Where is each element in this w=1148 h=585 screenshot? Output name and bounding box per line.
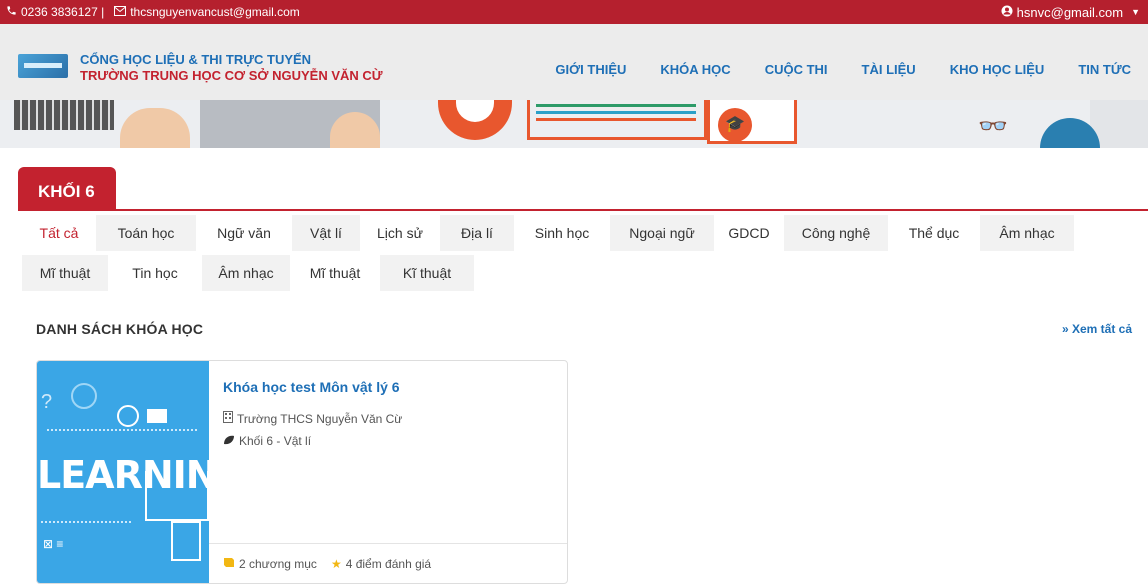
subject-tab-cong-nghe[interactable]: Công nghệ	[784, 215, 888, 251]
nav-gioi-thieu[interactable]: GIỚI THIỆU	[541, 62, 640, 77]
monitor-icon	[145, 471, 209, 521]
course-card[interactable]: ? LEARNIN ⊠ ≡ Khóa học test Môn vật lý 6…	[36, 360, 568, 584]
course-thumbnail[interactable]: ? LEARNIN ⊠ ≡	[37, 361, 209, 583]
contact-email[interactable]: thcsnguyenvancust@gmail.com	[130, 5, 300, 19]
star-icon: ★	[330, 557, 342, 571]
subject-tab-ngoai-ngu[interactable]: Ngoại ngữ	[610, 215, 714, 251]
nav-tai-lieu[interactable]: TÀI LIỆU	[848, 62, 930, 77]
user-menu[interactable]: hsnvc@gmail.com ▼	[1001, 0, 1140, 24]
main-nav: GIỚI THIỆU KHÓA HỌC CUỘC THI TÀI LIỆU KH…	[538, 62, 1148, 77]
book-icon	[171, 521, 201, 561]
course-stats: 2 chương mục ★ 4 điểm đánh giá	[223, 557, 431, 571]
thumb-line	[41, 521, 131, 523]
subject-tab-the-duc[interactable]: Thể dục	[888, 215, 980, 251]
grid-icon: ⊠ ≡	[43, 537, 64, 551]
subject-tab-tat-ca[interactable]: Tất cả	[22, 215, 96, 251]
grade-divider	[18, 209, 1148, 211]
banner-keyboard	[14, 100, 114, 130]
envelope-icon	[114, 5, 127, 19]
top-contact-bar: 0236 3836127 | thcsnguyenvancust@gmail.c…	[0, 0, 1148, 24]
subject-tab-ngu-van[interactable]: Ngữ văn	[196, 215, 292, 251]
course-list-title: DANH SÁCH KHÓA HỌC	[36, 321, 204, 337]
subject-tab-mi-thuat-2[interactable]: Mĩ thuật	[290, 255, 380, 291]
user-icon	[117, 405, 139, 427]
nav-cuoc-thi[interactable]: CUỘC THI	[751, 62, 842, 77]
card-divider	[209, 543, 567, 544]
subject-tab-sinh-hoc[interactable]: Sinh học	[514, 215, 610, 251]
banner-shield-graphic	[438, 100, 512, 140]
nav-tin-tuc[interactable]: TIN TỨC	[1064, 62, 1145, 77]
subject-tab-vat-li[interactable]: Vật lí	[292, 215, 360, 251]
nav-kho-hoc-lieu[interactable]: KHO HỌC LIỆU	[936, 62, 1059, 77]
subject-tab-toan-hoc[interactable]: Toán học	[96, 215, 196, 251]
email-contact[interactable]: thcsnguyenvancust@gmail.com	[114, 5, 300, 19]
brand-title[interactable]: CỔNG HỌC LIỆU & THI TRỰC TUYẾN	[80, 52, 311, 67]
chat-icon	[147, 409, 167, 423]
subject-tab-mi-thuat[interactable]: Mĩ thuật	[22, 255, 108, 291]
book-icon	[223, 557, 235, 571]
user-circle-icon	[1001, 5, 1013, 20]
banner-hand	[120, 108, 190, 148]
phone-contact: 0236 3836127 |	[6, 5, 104, 19]
building-icon	[223, 411, 233, 426]
phone-number: 0236 3836127 |	[21, 5, 105, 19]
chapters-count: 2 chương mục	[239, 557, 317, 571]
subject-tab-ki-thuat[interactable]: Kĩ thuật	[380, 255, 474, 291]
site-logo[interactable]	[18, 54, 68, 78]
site-header: CỔNG HỌC LIỆU & THI TRỰC TUYẾN TRƯỜNG TR…	[0, 24, 1148, 100]
course-grade-subject: Khối 6 - Vật lí	[223, 434, 311, 448]
phone-icon	[6, 5, 17, 19]
subject-tab-tin-hoc[interactable]: Tin học	[108, 255, 202, 291]
gear-icon	[71, 383, 97, 409]
hero-banner: 🎓 👓	[0, 100, 1148, 148]
subject-tab-dia-li[interactable]: Địa lí	[440, 215, 514, 251]
grade-tab[interactable]: KHỐI 6	[18, 167, 116, 210]
school-label: Trường THCS Nguyễn Văn Cừ	[237, 411, 403, 426]
rating-label: 4 điểm đánh giá	[345, 557, 432, 571]
course-title[interactable]: Khóa học test Môn vật lý 6	[223, 379, 400, 395]
leaf-icon	[223, 434, 235, 448]
glasses-icon: 👓	[978, 113, 1008, 140]
school-name[interactable]: TRƯỜNG TRUNG HỌC CƠ SỞ NGUYỄN VĂN CỪ	[80, 68, 383, 83]
subject-tab-am-nhac[interactable]: Âm nhạc	[980, 215, 1074, 251]
grade-subject-label: Khối 6 - Vật lí	[239, 434, 312, 448]
user-email[interactable]: hsnvc@gmail.com	[1017, 5, 1123, 20]
question-mark-icon: ?	[41, 391, 53, 413]
caret-down-icon[interactable]: ▼	[1131, 7, 1140, 17]
subject-tab-am-nhac-2[interactable]: Âm nhạc	[202, 255, 290, 291]
graduation-cap-icon: 🎓	[718, 108, 752, 142]
banner-document-graphic	[527, 100, 707, 140]
view-all-link[interactable]: » Xem tất cả	[1062, 322, 1132, 336]
course-school: Trường THCS Nguyễn Văn Cừ	[223, 411, 402, 426]
subject-tab-lich-su[interactable]: Lịch sử	[360, 215, 440, 251]
subject-tab-gdcd[interactable]: GDCD	[714, 215, 784, 251]
nav-khoa-hoc[interactable]: KHÓA HỌC	[646, 62, 744, 77]
thumb-line	[47, 429, 197, 431]
